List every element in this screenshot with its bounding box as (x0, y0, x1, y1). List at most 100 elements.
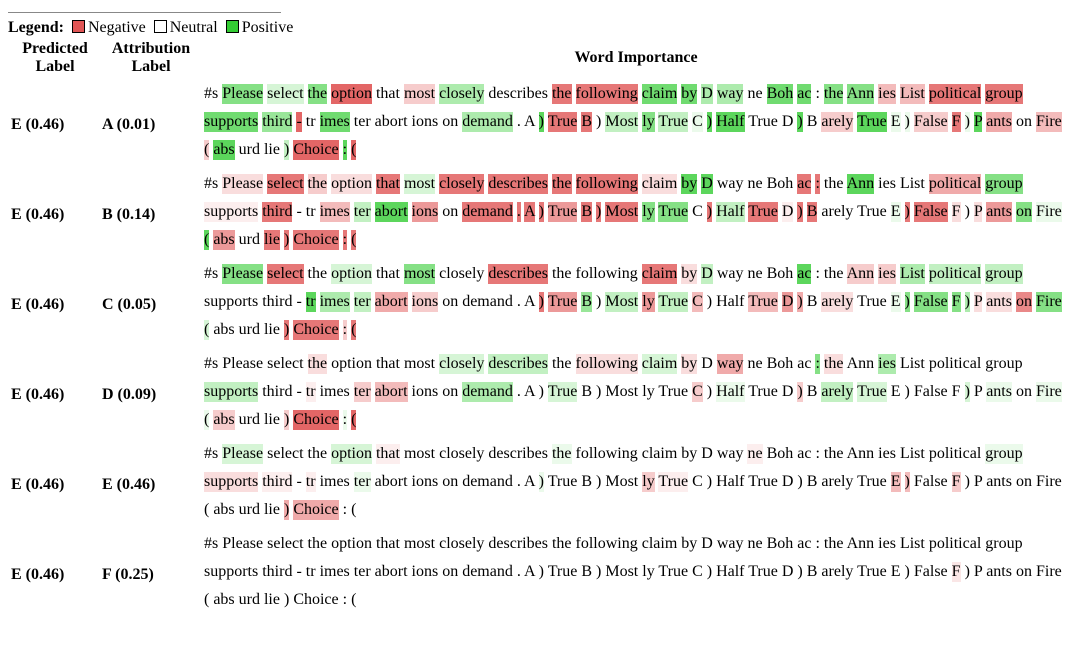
word-token: Choice (293, 140, 339, 160)
word-token: : (815, 354, 820, 374)
word-token: Half (716, 112, 745, 132)
word-token: ac (797, 264, 812, 284)
word-token: on (1015, 113, 1032, 130)
word-token: option (331, 264, 372, 284)
top-rule (8, 12, 281, 13)
word-token: the (823, 265, 844, 282)
word-token: most (403, 535, 436, 552)
word-token: that (375, 174, 400, 194)
word-token: that (375, 85, 400, 102)
word-token: the (551, 265, 572, 282)
word-token: on (442, 473, 459, 490)
word-token: describes (488, 264, 548, 284)
word-token: B (581, 383, 593, 400)
word-token: most (403, 264, 436, 284)
word-token: ter (353, 472, 371, 492)
word-token: by (681, 264, 698, 284)
word-token: tr (305, 113, 316, 130)
word-token: claim (641, 264, 678, 284)
word-token: - (296, 293, 302, 310)
word-token: ( (204, 230, 210, 250)
word-importance-header: Word Importance (574, 49, 698, 66)
word-token: arely (821, 292, 854, 312)
word-token: True (547, 563, 578, 580)
word-token: political (928, 84, 982, 104)
word-token: political (928, 174, 982, 194)
word-token: tr (305, 563, 316, 580)
word-token: closely (439, 354, 485, 374)
word-token: select (267, 264, 304, 284)
word-token: on (442, 293, 459, 310)
word-importance-text: #s Please select the option that most cl… (204, 350, 1066, 434)
word-token: following (575, 535, 638, 552)
word-token: ) (904, 472, 910, 492)
word-token: ac (797, 174, 812, 194)
word-token: B (806, 563, 818, 580)
word-token: abs (213, 501, 235, 518)
word-token: option (331, 535, 372, 552)
word-token: Half (716, 202, 745, 222)
word-token: ) (283, 140, 290, 160)
word-token: B (581, 202, 593, 222)
word-token: D (701, 445, 713, 462)
word-token: D (781, 202, 794, 222)
table-row: E (0.46) F (0.25) #s Please select the opt… (0, 530, 1080, 620)
word-token: abort (374, 113, 408, 130)
word-token: E (890, 472, 901, 492)
table-row: E (0.46) D (0.09) #s Please select the opt… (0, 350, 1080, 440)
word-token: #s (204, 265, 219, 282)
word-token: E (890, 383, 901, 400)
word-token: Ann (846, 355, 875, 372)
word-token: abort (374, 292, 408, 312)
word-token: imes (319, 112, 350, 132)
word-token: F (951, 292, 961, 312)
word-token: ( (204, 591, 210, 608)
word-token: political (928, 264, 982, 284)
word-token: ) (706, 473, 713, 490)
word-token: D (701, 264, 713, 284)
word-token: tr (305, 382, 316, 402)
word-token: Ann (846, 174, 875, 194)
word-token: ants (986, 473, 1012, 490)
word-token: D (781, 383, 794, 400)
word-token: ( (204, 501, 210, 518)
word-token: claim (641, 174, 678, 194)
word-token: Ann (846, 264, 875, 284)
word-token: ne (747, 265, 763, 282)
word-token: ) (283, 500, 290, 520)
word-token: : (815, 85, 820, 102)
word-token: political (928, 445, 982, 462)
word-token: on (1015, 292, 1032, 312)
word-token: ) (706, 563, 713, 580)
word-token: D (701, 174, 713, 194)
word-token: ( (351, 410, 357, 430)
word-token: on (442, 203, 459, 220)
word-token: D (781, 292, 794, 312)
word-token: group (985, 264, 1023, 284)
word-token: imes (319, 202, 350, 222)
word-token: imes (319, 563, 350, 580)
word-token: by (681, 174, 698, 194)
legend-positive-label: Positive (241, 19, 294, 36)
word-token: Please (222, 535, 264, 552)
word-token: F (951, 112, 961, 132)
word-token: ions (411, 383, 439, 400)
word-token: True (748, 202, 778, 222)
word-token: ions (411, 292, 439, 312)
word-token: True (857, 112, 887, 132)
word-token: True (857, 563, 887, 580)
word-importance-text: #s Please select the option that most cl… (204, 80, 1066, 164)
word-token: third (262, 383, 293, 400)
word-token: A (523, 293, 535, 310)
word-token: tr (305, 472, 316, 492)
word-token: Fire (1035, 382, 1062, 402)
word-token: third (262, 472, 293, 492)
word-token: D (701, 355, 713, 372)
word-token: ) (797, 292, 803, 312)
word-token: third (262, 112, 293, 132)
word-token: False (913, 112, 948, 132)
word-token: True (748, 292, 778, 312)
word-token: ( (351, 501, 357, 518)
word-token: B (806, 383, 818, 400)
word-token: ) (596, 202, 602, 222)
